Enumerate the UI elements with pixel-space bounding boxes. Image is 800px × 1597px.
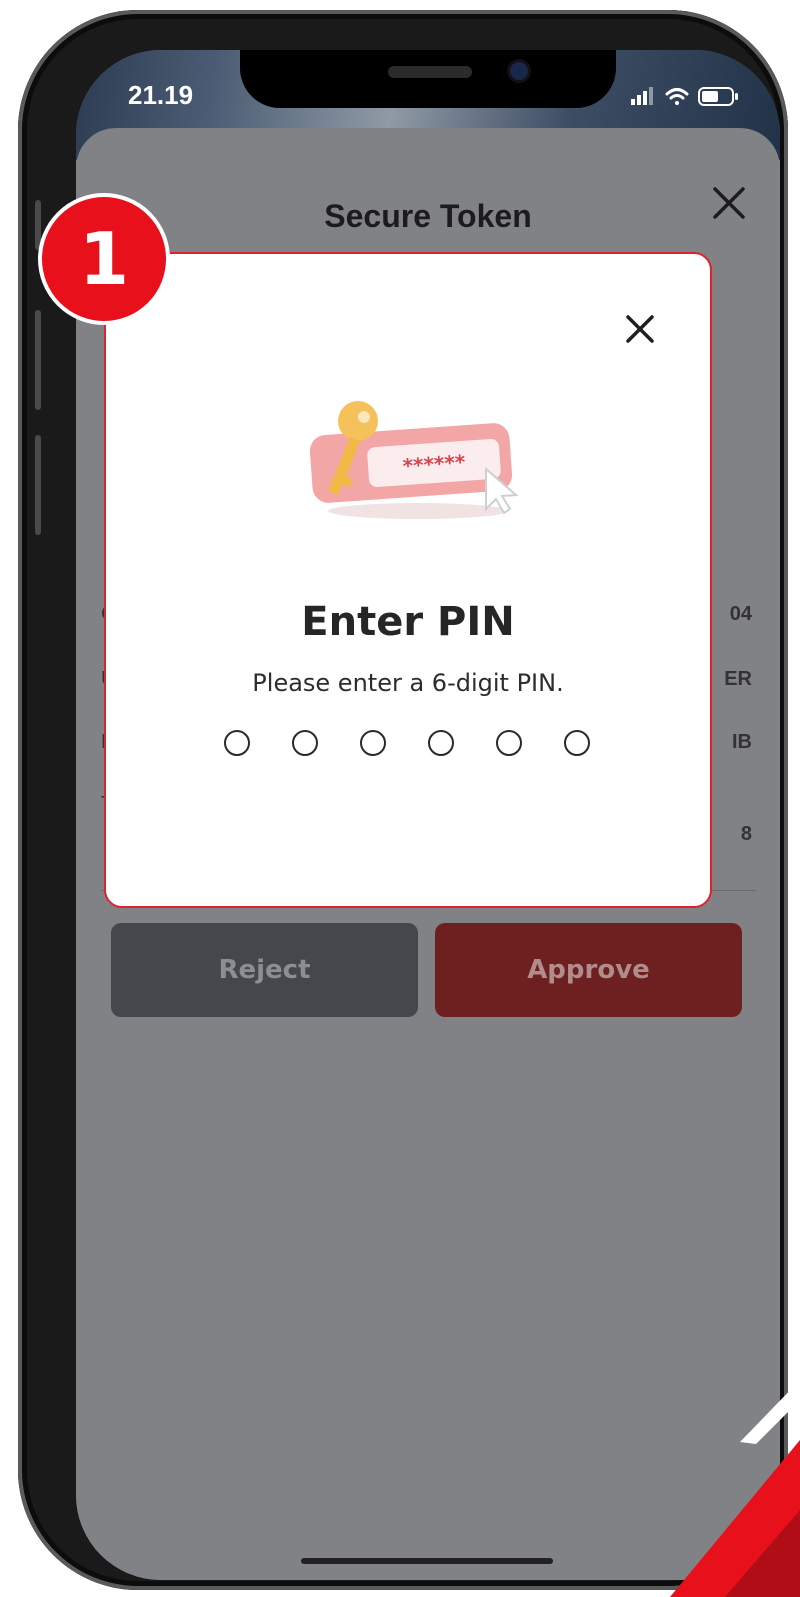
pin-dot	[428, 730, 454, 756]
wifi-icon	[665, 88, 689, 105]
pin-input[interactable]	[224, 730, 594, 760]
modal-title: Enter PIN	[301, 599, 515, 645]
close-icon[interactable]	[709, 183, 749, 223]
sheet-title: Secure Token	[324, 198, 532, 234]
detail-row-value: 04	[729, 603, 752, 625]
modal-subtitle: Please enter a 6-digit PIN.	[252, 669, 564, 697]
pin-dot	[292, 730, 318, 756]
pin-dot	[564, 730, 590, 756]
approve-button[interactable]: Approve	[435, 923, 742, 1017]
pin-dot	[496, 730, 522, 756]
status-icons	[631, 87, 738, 106]
key-password-illustration: ******	[309, 401, 519, 519]
signal-icon	[631, 87, 653, 105]
notch	[240, 50, 616, 108]
volume-down-button	[35, 435, 41, 535]
detail-row-value: IB	[732, 731, 752, 753]
pin-dot	[224, 730, 250, 756]
enter-pin-dialog: ****** Enter PIN Please enter a 6-digit …	[104, 252, 712, 908]
step-badge: 1	[38, 193, 170, 325]
volume-up-button	[35, 310, 41, 410]
detail-row-value: ER	[724, 668, 752, 690]
speaker	[388, 66, 472, 78]
corner-decoration	[670, 1380, 800, 1597]
pin-dot	[360, 730, 386, 756]
status-time: 21.19	[128, 80, 194, 110]
close-icon[interactable]	[620, 309, 660, 349]
detail-row-value: 8	[740, 823, 752, 845]
reject-button[interactable]: Reject	[111, 923, 418, 1017]
illustration-mask-text: ******	[402, 450, 467, 478]
home-indicator	[301, 1558, 553, 1564]
battery-icon	[698, 87, 738, 106]
front-camera	[510, 62, 528, 80]
